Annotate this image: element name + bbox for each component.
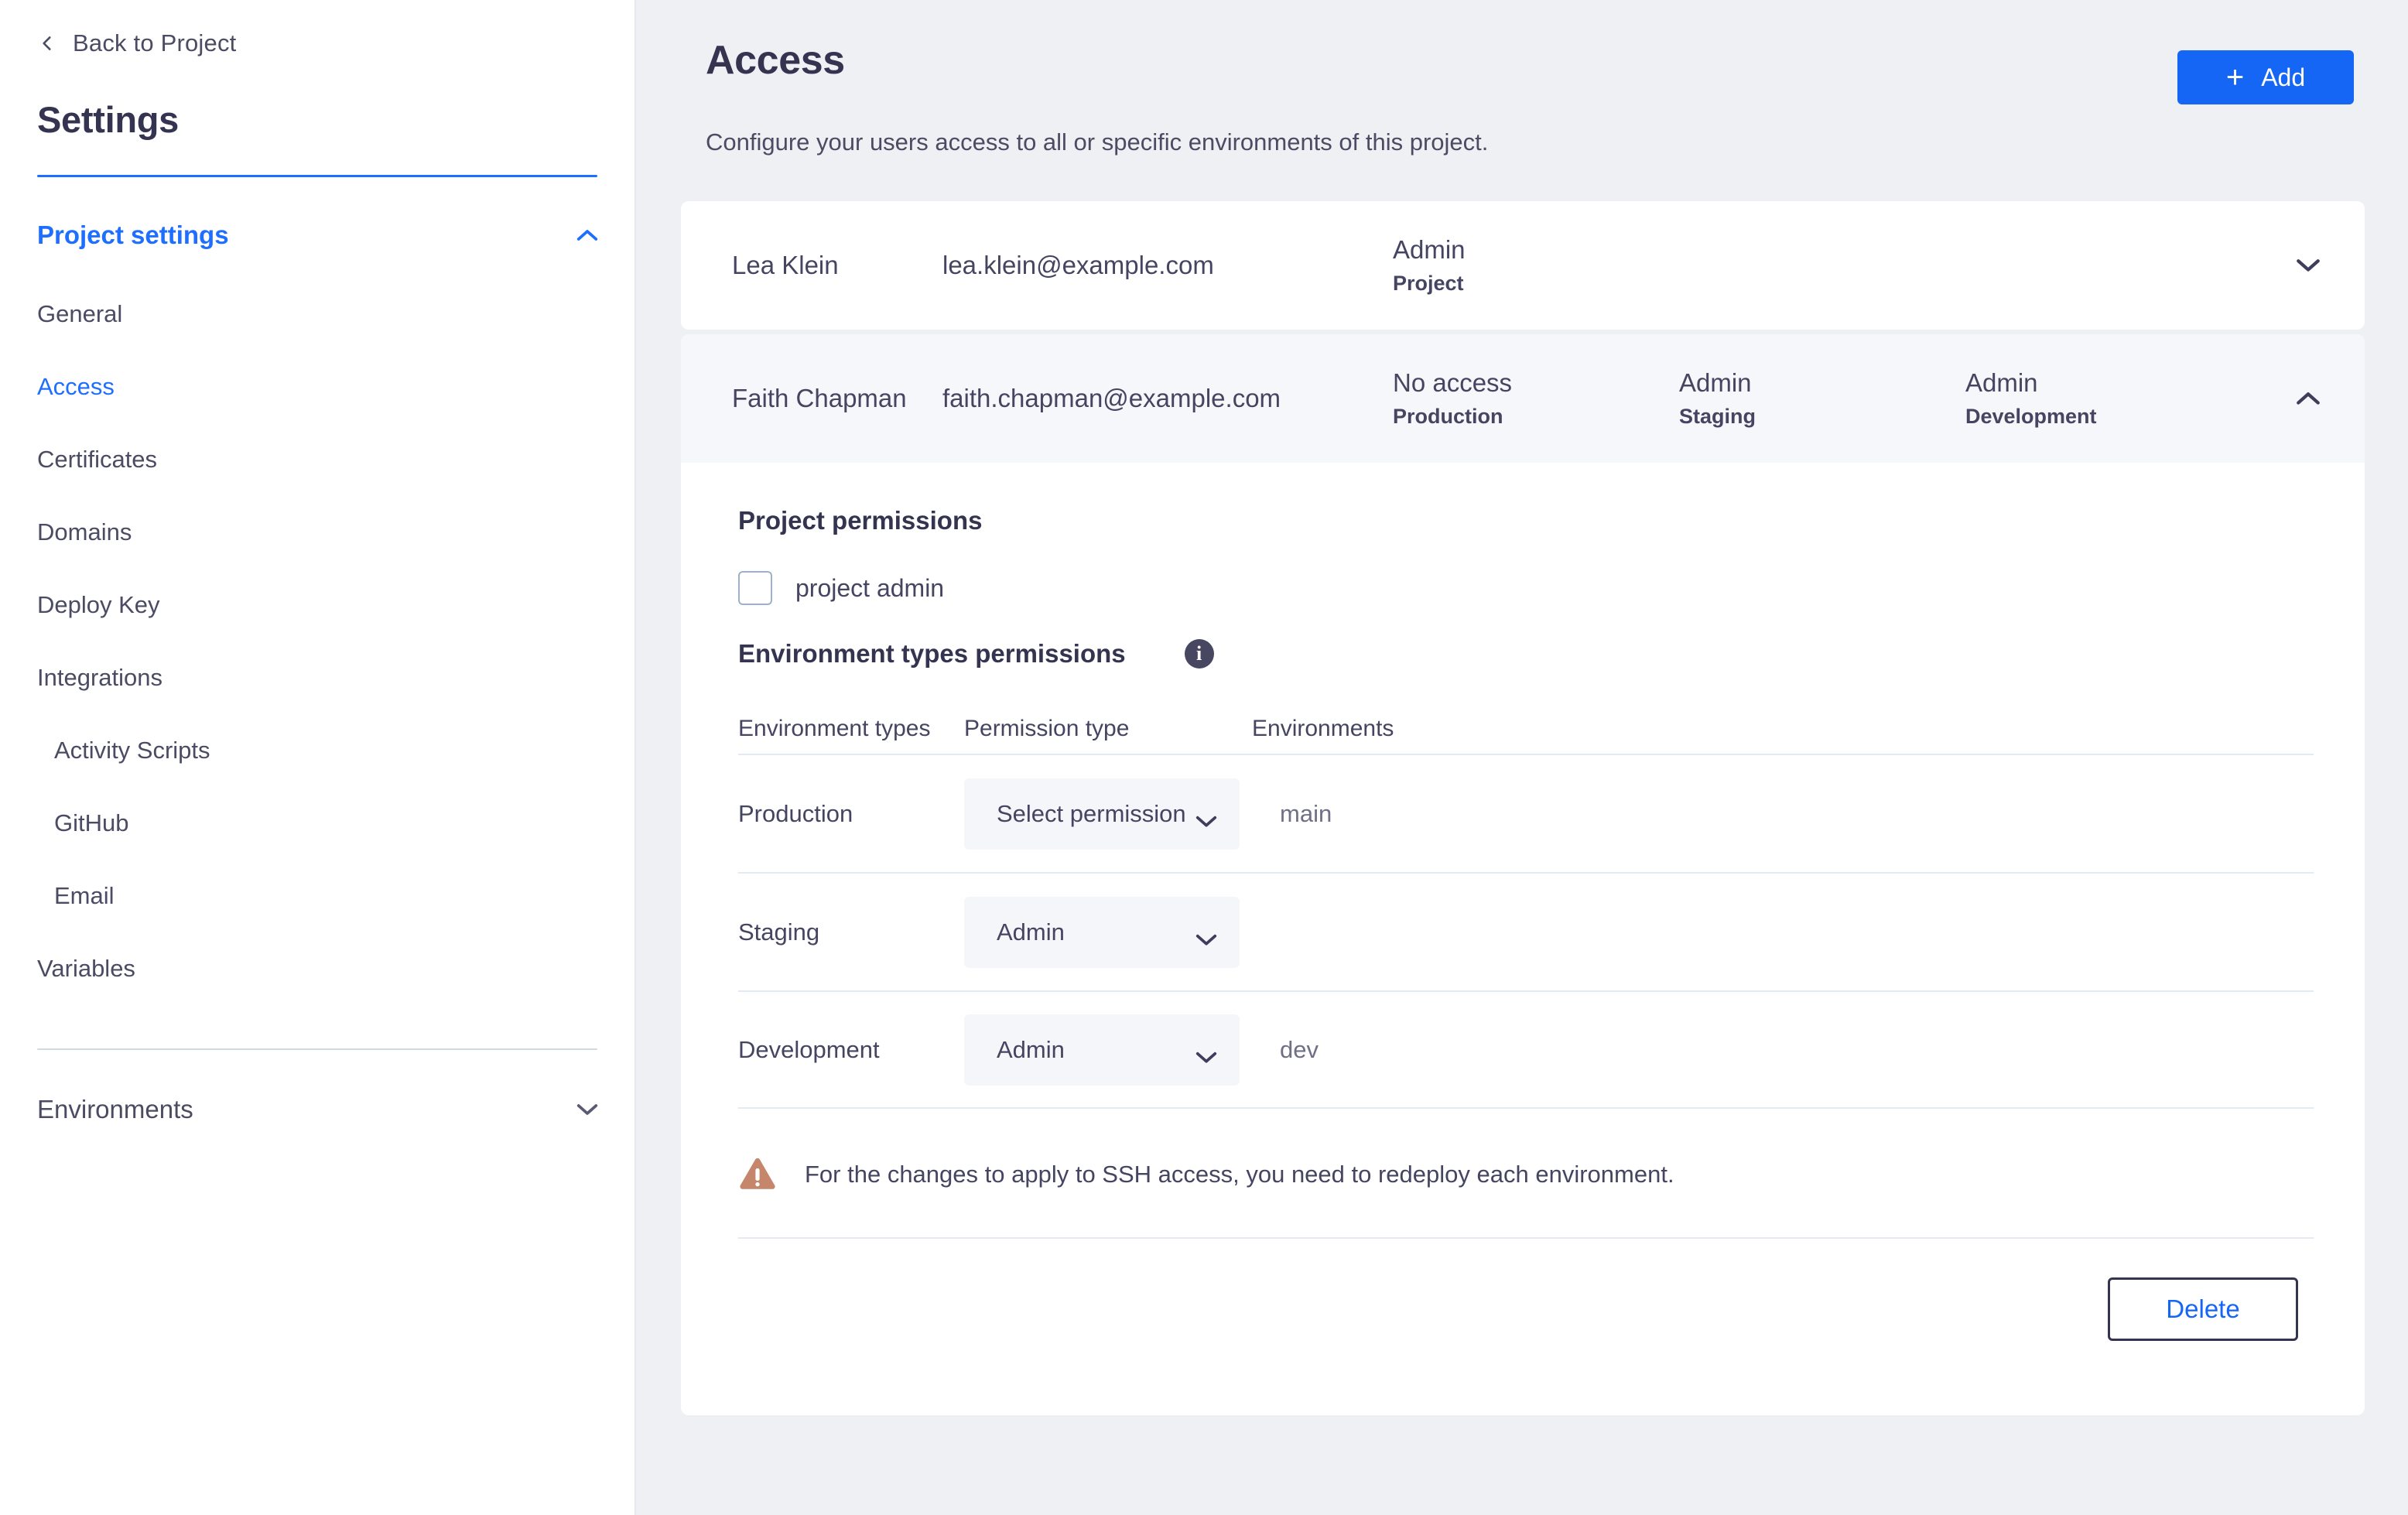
ssh-redeploy-warning: For the changes to apply to SSH access, …	[738, 1157, 2314, 1237]
permission-type: No access	[1393, 368, 1513, 397]
add-button[interactable]: + Add	[2177, 50, 2354, 104]
chevron-down-icon	[1195, 925, 1218, 946]
permission-scope: Project	[1393, 272, 1464, 295]
sidebar-item-deploy-key[interactable]: Deploy Key	[0, 569, 634, 641]
permission-table-header: Environment types Permission type Environm…	[738, 704, 2314, 754]
permission-type-select[interactable]: Admin	[964, 1014, 1240, 1086]
permission-type: Admin	[1965, 368, 2038, 397]
permissions-table: Environment types Permission type Environm…	[738, 704, 2314, 1109]
settings-sidebar: Back to Project Settings Project setting…	[0, 0, 636, 1515]
column-header: Environments	[1252, 716, 1394, 741]
environment-type-label: Production	[738, 799, 853, 827]
access-user-list: Lea Klein lea.klein@example.com Admin Proje…	[681, 201, 2365, 1415]
user-permission-cell: Admin Project	[1393, 237, 1679, 294]
environment-name	[1252, 918, 1280, 946]
user-email: faith.chapman@example.com	[942, 384, 1281, 412]
sidebar-item-general[interactable]: General	[0, 278, 634, 351]
page-title: Access	[706, 38, 845, 83]
permission-scope: Development	[1965, 405, 2097, 428]
chevron-down-icon[interactable]	[576, 1103, 599, 1117]
sidebar-item-integrations[interactable]: Integrations	[0, 641, 634, 714]
page-header: Access Configure your users access to al…	[681, 0, 2365, 156]
chevron-left-icon	[43, 36, 51, 50]
warning-triangle-icon	[740, 1158, 775, 1189]
project-admin-checkbox[interactable]	[738, 571, 772, 605]
permission-table-row: Staging Admin	[738, 872, 2314, 990]
sidebar-title: Settings	[37, 99, 180, 140]
permission-scope: Staging	[1679, 405, 1756, 428]
sidebar-item-email[interactable]: Email	[0, 860, 634, 932]
warning-text: For the changes to apply to SSH access, …	[805, 1161, 1674, 1188]
plus-icon: +	[2225, 60, 2245, 94]
permission-table-row: Production Select permission main	[738, 754, 2314, 872]
sidebar-item-certificates[interactable]: Certificates	[0, 423, 634, 496]
permission-scope: Production	[1393, 405, 1503, 428]
sidebar-item-activity-scripts[interactable]: Activity Scripts	[0, 714, 634, 787]
user-permission-cell: No access Production	[1393, 370, 1679, 427]
sidebar-item-access[interactable]: Access	[0, 351, 634, 423]
user-permission-cell: Admin Staging	[1679, 370, 1965, 427]
card-bottom-spacer	[738, 1341, 2314, 1415]
permission-table-row: Development Admin dev	[738, 990, 2314, 1109]
back-to-project-link[interactable]: Back to Project	[0, 0, 634, 57]
environment-name: main	[1280, 799, 1332, 827]
environment-permissions-title: Environment types permissions	[738, 639, 1126, 668]
sidebar-group-label-environments: Environments	[37, 1095, 193, 1123]
permission-type-select[interactable]: Select permission	[964, 778, 1240, 850]
add-button-label: Add	[2261, 63, 2306, 91]
user-row[interactable]: Faith Chapman faith.chapman@example.com No…	[681, 334, 2365, 463]
user-permission-cell: Admin Development	[1965, 370, 2252, 427]
user-row[interactable]: Lea Klein lea.klein@example.com Admin Proje…	[681, 201, 2365, 330]
info-icon[interactable]: i	[1184, 639, 1214, 669]
user-name: Faith Chapman	[732, 383, 907, 412]
chevron-down-icon	[1195, 807, 1218, 827]
back-to-project-label: Back to Project	[73, 29, 237, 56]
sidebar-group-project-settings[interactable]: Project settings	[0, 177, 634, 250]
column-header: Permission type	[964, 716, 1130, 741]
permission-type-select[interactable]: Admin	[964, 896, 1240, 968]
column-header: Environment types	[738, 716, 931, 741]
sidebar-group-environments[interactable]: Environments	[0, 1050, 634, 1124]
page-subtitle: Configure your users access to all or sp…	[706, 128, 1489, 156]
user-detail-panel: Project permissions project admin Environm…	[681, 463, 2365, 1415]
delete-button[interactable]: Delete	[2108, 1277, 2298, 1341]
sidebar-item-domains[interactable]: Domains	[0, 496, 634, 569]
sidebar-item-github[interactable]: GitHub	[0, 787, 634, 860]
user-card: Faith Chapman faith.chapman@example.com No…	[681, 334, 2365, 1415]
permission-select-value: Admin	[997, 1035, 1065, 1063]
chevron-down-icon	[1195, 1043, 1218, 1063]
environment-type-label: Staging	[738, 918, 820, 946]
sidebar-nav-list: General Access Certificates Domains Deploy K…	[0, 250, 634, 1005]
environment-name: dev	[1280, 1035, 1319, 1063]
project-permissions-title: Project permissions	[738, 506, 983, 535]
chevron-up-icon[interactable]	[576, 228, 599, 242]
user-name: Lea Klein	[732, 250, 839, 279]
permission-type: Admin	[1393, 235, 1466, 264]
user-email: lea.klein@example.com	[942, 251, 1214, 279]
sidebar-group-label: Project settings	[37, 221, 229, 249]
user-card: Lea Klein lea.klein@example.com Admin Proje…	[681, 201, 2365, 330]
project-admin-label: project admin	[795, 573, 945, 602]
environment-permissions-header: Environment types permissions i	[738, 639, 2314, 669]
chevron-up-icon[interactable]	[2295, 391, 2321, 406]
delete-button-wrap: Delete	[738, 1239, 2314, 1341]
project-admin-checkbox-row[interactable]: project admin	[738, 571, 2314, 605]
permission-type: Admin	[1679, 368, 1752, 397]
main-content: Access Configure your users access to al…	[638, 0, 2408, 1515]
environment-type-label: Development	[738, 1035, 880, 1063]
chevron-down-icon[interactable]	[2295, 258, 2321, 273]
permission-select-value: Admin	[997, 918, 1065, 946]
permission-select-value: Select permission	[997, 799, 1186, 827]
sidebar-item-variables[interactable]: Variables	[0, 932, 634, 1005]
